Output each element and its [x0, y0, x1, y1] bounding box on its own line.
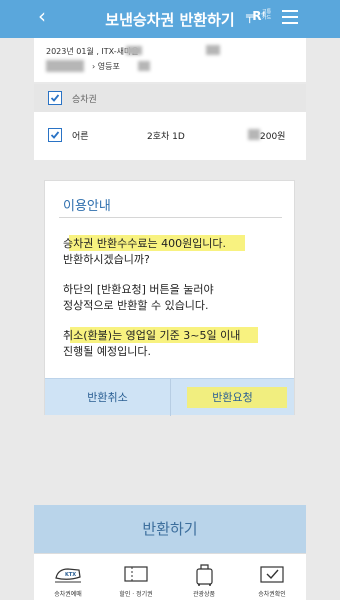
tab-label: 관광상품 — [192, 591, 216, 598]
cancel-return-button[interactable]: 반환취소 — [45, 379, 170, 416]
luggage-icon — [196, 564, 213, 586]
select-all-checkbox[interactable] — [48, 91, 62, 105]
return-button[interactable]: 반환하기 — [34, 505, 306, 553]
transit-card-logo[interactable]: ╤R⁺ 교통카드 — [246, 9, 274, 27]
ticket-checkbox[interactable] — [48, 128, 62, 142]
svg-text:KTX: KTX — [65, 572, 76, 578]
tab-discount[interactable]: 할인 · 정기권 — [102, 554, 170, 600]
dialog-buttons: 반환취소 반환요청 — [45, 378, 294, 416]
tab-label: 승차권예매 — [54, 591, 82, 598]
passenger-type: 어른 — [72, 132, 89, 142]
seat-number: 2호차 1D — [147, 132, 185, 142]
dialog-divider — [59, 217, 282, 218]
check-icon — [50, 131, 60, 139]
fee-notice: 승차권 반환수수료는 400원입니다. — [63, 237, 227, 250]
ticket-section-label: 승차권 — [72, 95, 97, 105]
hamburger-icon[interactable] — [282, 10, 298, 24]
request-return-label: 반환요청 — [212, 391, 253, 404]
train-icon: KTX — [55, 568, 81, 583]
ticket-price: 200원 — [260, 132, 286, 142]
logo-text: 교통카드 — [262, 9, 272, 21]
trip-destination: › 영등포 — [92, 62, 120, 71]
info-dialog: 이용안내 승차권 반환수수료는 400원입니다. 반환하시겠습니까? 하단의 [… — [44, 180, 295, 416]
tab-label: 할인 · 정기권 — [119, 591, 153, 598]
ticket-check-icon — [260, 566, 284, 583]
bottom-tabbar: KTX 승차권예매 할인 · 정기권 관광상품 승차권확인 — [34, 553, 306, 600]
redacted-block — [126, 46, 142, 55]
ticket-row[interactable]: 어른 2호차 1D 200원 — [34, 112, 306, 160]
refund-notice-line1: 취소(환불)는 영업일 기준 3~5일 이내 — [63, 329, 241, 342]
ticket-section-header: 승차권 — [34, 84, 306, 112]
app-header: ‹ 보낸승차권 반환하기 ╤R⁺ 교통카드 — [0, 0, 340, 38]
tab-booking[interactable]: KTX 승차권예매 — [34, 554, 102, 600]
instruction-line2: 정상적으로 반환할 수 있습니다. — [63, 299, 209, 312]
tab-ticket-check[interactable]: 승차권확인 — [238, 554, 306, 600]
redacted-block — [206, 45, 220, 55]
check-icon — [50, 94, 60, 102]
refund-notice-line2: 진행될 예정입니다. — [63, 345, 151, 358]
tab-tour[interactable]: 관광상품 — [170, 554, 238, 600]
dialog-title: 이용안내 — [63, 199, 111, 214]
instruction-line1: 하단의 [반환요청] 버튼을 눌러야 — [63, 283, 214, 296]
confirm-question: 반환하시겠습니까? — [63, 253, 150, 266]
tab-label: 승차권확인 — [258, 591, 286, 598]
trip-info: 2023년 01월 , ITX-새마을 › 영등포 — [34, 38, 306, 82]
redacted-block — [46, 60, 84, 72]
request-return-button[interactable]: 반환요청 — [171, 379, 294, 416]
trip-date-train: 2023년 01월 , ITX-새마을 — [46, 47, 139, 56]
ticket-icon — [124, 566, 148, 582]
redacted-block — [248, 129, 260, 140]
redacted-block — [138, 61, 150, 71]
